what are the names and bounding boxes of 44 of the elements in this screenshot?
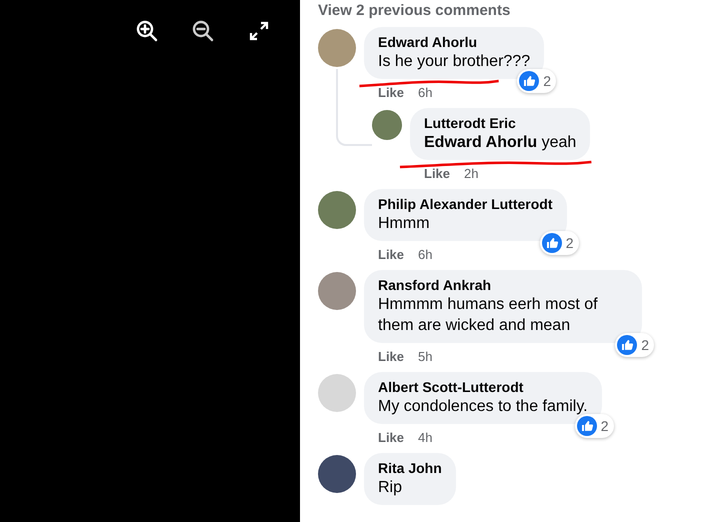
comment-author: Albert Scott-Lutterodt (378, 379, 524, 395)
comment-text: Edward Ahorlu yeah (424, 133, 576, 153)
like-link[interactable]: Like (378, 349, 404, 364)
like-icon (576, 416, 597, 436)
comment-time: 6h (418, 85, 432, 100)
like-icon (542, 233, 562, 253)
comment-author: Rita John (378, 460, 442, 476)
avatar-photo (318, 272, 356, 310)
reaction-number: 2 (600, 418, 609, 434)
like-link[interactable]: Like (424, 166, 450, 181)
zoom-out-icon (191, 19, 215, 43)
like-link[interactable]: Like (378, 430, 404, 445)
comment-author: Ransford Ankrah (378, 277, 492, 293)
comment-time: 2h (464, 166, 478, 181)
avatar-photo (318, 191, 356, 229)
comment-text: Is he your brother??? (378, 52, 530, 72)
comment-author: Edward Ahorlu (378, 34, 478, 50)
avatar-photo (372, 110, 402, 140)
comment-text: Hmmm (378, 214, 431, 234)
like-link[interactable]: Like (378, 85, 404, 100)
avatar-photo (318, 29, 356, 67)
reaction-count[interactable]: 2 (517, 69, 556, 93)
reaction-number: 2 (543, 73, 552, 89)
comment-text: My condolences to the family. (378, 397, 588, 417)
reaction-count[interactable]: 2 (615, 333, 654, 357)
comment-text: Rip (378, 478, 404, 498)
reaction-number: 2 (641, 337, 649, 353)
view-previous-comments-link[interactable]: View 2 previous comments (318, 2, 720, 19)
avatar-photo (318, 455, 356, 493)
comment-time: 6h (418, 247, 432, 262)
reaction-number: 2 (566, 235, 574, 251)
comment-text: Hmmmm humans eerh most of them are wicked and mean (378, 295, 599, 336)
comment-time: 5h (418, 349, 432, 364)
like-icon (519, 71, 540, 91)
reaction-count[interactable]: 2 (574, 414, 614, 438)
comment-time: 4h (418, 430, 432, 445)
avatar-photo (318, 374, 356, 412)
zoom-in-icon (135, 19, 159, 43)
expand-icon (249, 21, 269, 41)
comment-author: Lutterodt Eric (424, 115, 517, 131)
like-link[interactable]: Like (378, 247, 404, 262)
like-icon (617, 335, 638, 355)
comment-author: Philip Alexander Lutterodt (378, 196, 552, 212)
reaction-count[interactable]: 2 (540, 231, 578, 255)
